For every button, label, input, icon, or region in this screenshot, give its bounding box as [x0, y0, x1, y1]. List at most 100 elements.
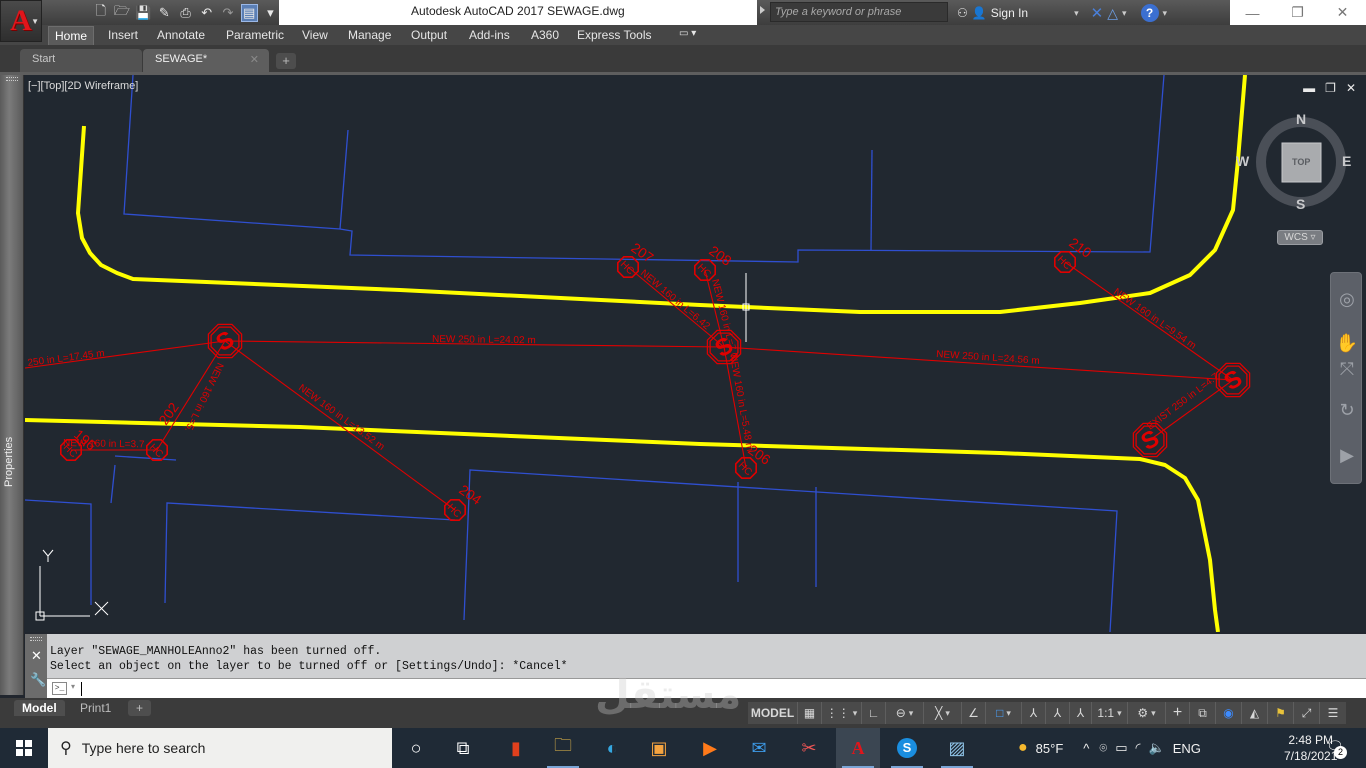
- edge-icon[interactable]: ◐: [590, 728, 634, 768]
- binoculars-icon[interactable]: ⚇: [957, 6, 968, 20]
- annotation-scale-icon[interactable]: ⅄: [1070, 702, 1092, 724]
- battery-icon[interactable]: ▭: [1115, 740, 1127, 756]
- compass-south[interactable]: S: [1296, 196, 1305, 212]
- help-icon[interactable]: ?: [1140, 4, 1159, 22]
- pan-hand-icon[interactable]: ✋: [1335, 331, 1359, 355]
- command-prompt-icon[interactable]: >_: [52, 682, 67, 695]
- clean-screen-icon[interactable]: ⤢: [1294, 702, 1320, 724]
- properties-palette-collapsed[interactable]: Properties: [0, 75, 24, 695]
- file-explorer-icon[interactable]: 🗀: [541, 728, 585, 768]
- expand-arrow-icon[interactable]: [760, 6, 765, 14]
- close-icon[interactable]: ✕: [31, 648, 42, 664]
- new-icon[interactable]: 🗋: [92, 3, 109, 22]
- tab-insert[interactable]: Insert: [102, 26, 144, 45]
- chevron-down-icon[interactable]: ▾: [1122, 8, 1127, 19]
- tab-a360[interactable]: A360: [525, 26, 565, 45]
- cortana-icon[interactable]: ○: [394, 728, 438, 768]
- taskbar-search-box[interactable]: ⚲ Type here to search: [48, 728, 392, 768]
- command-input[interactable]: >_ ▾: [47, 678, 1366, 698]
- orbit-icon[interactable]: ↻: [1335, 398, 1359, 422]
- new-file-tab-button[interactable]: +: [276, 53, 296, 69]
- tab-output[interactable]: Output: [405, 26, 453, 45]
- compass-east[interactable]: E: [1342, 153, 1351, 169]
- grip-icon[interactable]: [30, 637, 42, 641]
- drawing-area[interactable]: SSSS HC HC HC HC HC HC HC 250 in L=17.45 m NEW…: [25, 75, 1366, 632]
- isolate-objects-icon[interactable]: ⚑: [1268, 702, 1294, 724]
- units-icon[interactable]: ⧉: [1190, 702, 1216, 724]
- viewport-close-icon[interactable]: ✕: [1346, 81, 1356, 95]
- steering-wheel-icon[interactable]: ◎: [1335, 287, 1359, 311]
- start-button[interactable]: [0, 728, 48, 768]
- grip-icon[interactable]: [6, 77, 18, 81]
- task-view-icon[interactable]: ⧉: [441, 728, 485, 768]
- drawing-svg[interactable]: S SSS HC HCHCHCHC HC HC 250 in L=17.45 m NEW…: [25, 75, 1366, 632]
- snap-mode-icon[interactable]: ⋮⋮: [822, 702, 862, 724]
- keyword-search-input[interactable]: Type a keyword or phrase: [770, 2, 948, 22]
- application-menu-button[interactable]: A ▼: [0, 0, 42, 42]
- customize-icon[interactable]: ▾: [262, 4, 279, 22]
- photos-icon[interactable]: ▨: [935, 728, 979, 768]
- manhole-symbol[interactable]: S: [1215, 362, 1251, 398]
- layout-tab-print1[interactable]: Print1: [72, 700, 119, 716]
- house-connection-symbol[interactable]: HC: [443, 498, 467, 522]
- annotation-monitor-plus-icon[interactable]: +: [1166, 702, 1190, 724]
- open-icon[interactable]: 🗁: [113, 3, 130, 22]
- object-snap-tracking-icon[interactable]: ∠: [962, 702, 986, 724]
- restore-button[interactable]: ❐: [1275, 0, 1320, 25]
- a360-icon[interactable]: △: [1107, 5, 1118, 22]
- isodraft-icon[interactable]: ╳: [924, 702, 962, 724]
- media-player-icon[interactable]: ▶: [688, 728, 732, 768]
- snipping-tool-icon[interactable]: ✂: [787, 728, 831, 768]
- tab-view[interactable]: View: [296, 26, 334, 45]
- tab-add-ins[interactable]: Add-ins: [463, 26, 516, 45]
- camera-icon[interactable]: ⌾: [1099, 740, 1107, 756]
- viewport-controls-label[interactable]: [−][Top][2D Wireframe]: [28, 80, 138, 92]
- weather-temperature[interactable]: 85°F: [1036, 741, 1064, 756]
- language-indicator[interactable]: ENG: [1173, 741, 1201, 756]
- undo-icon[interactable]: ↶: [198, 4, 215, 22]
- tab-annotate[interactable]: Annotate: [151, 26, 211, 45]
- action-center-icon[interactable]: 🗨 2: [1326, 738, 1347, 759]
- compass-north[interactable]: N: [1296, 111, 1306, 127]
- viewcube-face-label[interactable]: TOP: [1292, 157, 1310, 167]
- quick-properties-icon[interactable]: ◉: [1216, 702, 1242, 724]
- viewport-minimize-icon[interactable]: ▬: [1303, 81, 1315, 95]
- object-snap-icon[interactable]: □: [986, 702, 1022, 724]
- viewport-maximize-icon[interactable]: ❐: [1325, 81, 1336, 95]
- file-tab-start[interactable]: Start: [20, 49, 142, 72]
- annotation-visibility-icon[interactable]: ⅄: [1022, 702, 1046, 724]
- annotation-scale-dropdown[interactable]: 1:1: [1092, 702, 1128, 724]
- customize-wrench-icon[interactable]: 🔧: [30, 672, 46, 688]
- mail-icon[interactable]: ✉: [737, 728, 781, 768]
- tab-home[interactable]: Home: [48, 26, 95, 45]
- weather-sun-icon[interactable]: ●: [1018, 739, 1028, 757]
- house-connection-symbol[interactable]: HC: [146, 438, 168, 462]
- workspace-gear-icon[interactable]: ⚙: [1128, 702, 1166, 724]
- chevron-down-icon[interactable]: ▾: [1074, 8, 1079, 19]
- house-connection-symbol[interactable]: HC: [734, 456, 758, 480]
- model-space-button[interactable]: MODEL: [748, 702, 798, 724]
- wifi-icon[interactable]: ◜: [1136, 740, 1141, 756]
- tab-parametric[interactable]: Parametric: [220, 26, 290, 45]
- file-tab-sewage[interactable]: SEWAGE* ✕: [143, 49, 269, 72]
- save-as-icon[interactable]: ✎: [156, 4, 173, 22]
- skype-icon[interactable]: S: [885, 728, 929, 768]
- zoom-extents-icon[interactable]: ⤧: [1335, 357, 1359, 381]
- house-connection-symbol[interactable]: HC: [693, 258, 717, 282]
- plot-icon[interactable]: ⎙: [177, 4, 194, 22]
- customization-menu-icon[interactable]: ☰: [1320, 702, 1346, 724]
- exchange-apps-icon[interactable]: ✕: [1091, 4, 1104, 22]
- layout-tab-model[interactable]: Model: [14, 700, 65, 716]
- autocad-taskbar-icon[interactable]: A: [836, 728, 880, 768]
- compass-west[interactable]: W: [1236, 153, 1249, 169]
- new-layout-button[interactable]: +: [128, 700, 152, 716]
- auto-scale-icon[interactable]: ⅄: [1046, 702, 1070, 724]
- office-icon[interactable]: ▮: [494, 728, 538, 768]
- store-icon[interactable]: ▣: [637, 728, 681, 768]
- ribbon-minimize-toggle[interactable]: ▭ ▾: [673, 26, 702, 45]
- ucs-menu-button[interactable]: WCS ▿: [1277, 230, 1323, 245]
- house-connection-symbol[interactable]: HC: [1054, 251, 1076, 274]
- close-icon[interactable]: ✕: [250, 53, 259, 66]
- viewcube[interactable]: TOP N S W E: [1236, 111, 1351, 212]
- redo-icon[interactable]: ↷: [219, 4, 236, 22]
